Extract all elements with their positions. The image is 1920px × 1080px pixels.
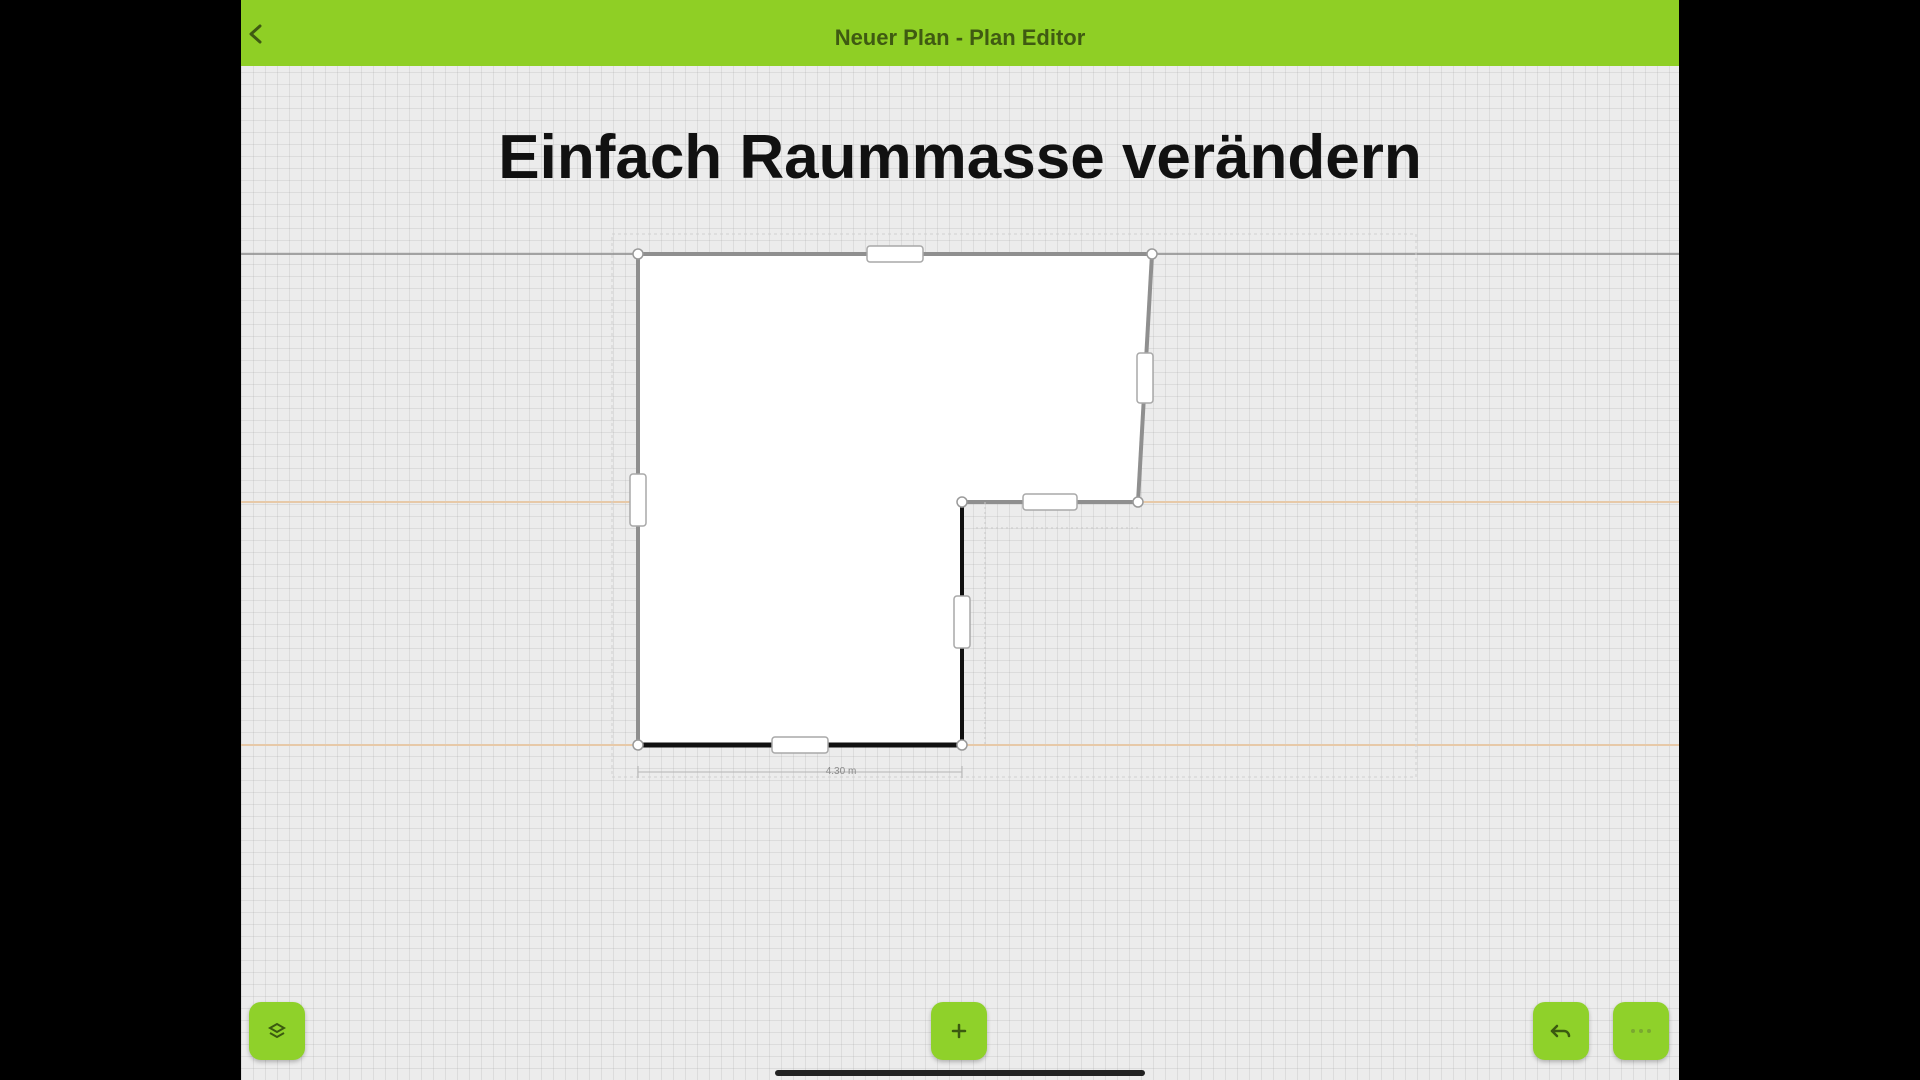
corner-handle — [632, 739, 644, 751]
wall-drag-handle-left — [629, 473, 647, 527]
home-indicator — [775, 1070, 1145, 1076]
undo-button[interactable] — [1533, 1002, 1589, 1060]
wall-drag-handle-inner-horizontal — [1022, 493, 1078, 511]
undo-icon — [1550, 1024, 1571, 1038]
corner-handle — [632, 248, 644, 260]
more-button[interactable] — [1613, 1002, 1669, 1060]
corner-handle — [956, 496, 968, 508]
wall-drag-handle-right — [1136, 352, 1154, 404]
corner-handle — [956, 739, 968, 751]
corner-handle — [1132, 496, 1144, 508]
more-icon — [1631, 1029, 1651, 1033]
add-icon — [951, 1023, 967, 1039]
add-element-button[interactable] — [931, 1002, 987, 1060]
layers-button[interactable] — [249, 1002, 305, 1060]
dimension-label: 4.30 m — [825, 766, 857, 777]
floor-plan-canvas[interactable] — [241, 0, 1679, 1080]
corner-handle — [1146, 248, 1158, 260]
wall-drag-handle-inner-vertical — [953, 595, 971, 649]
wall-drag-handle-bottom — [771, 736, 829, 754]
plan-editor-app: Neuer Plan - Plan Editor Einfach Raummas… — [241, 0, 1679, 1080]
layers-icon — [267, 1022, 287, 1039]
wall-drag-handle-top — [866, 245, 924, 263]
